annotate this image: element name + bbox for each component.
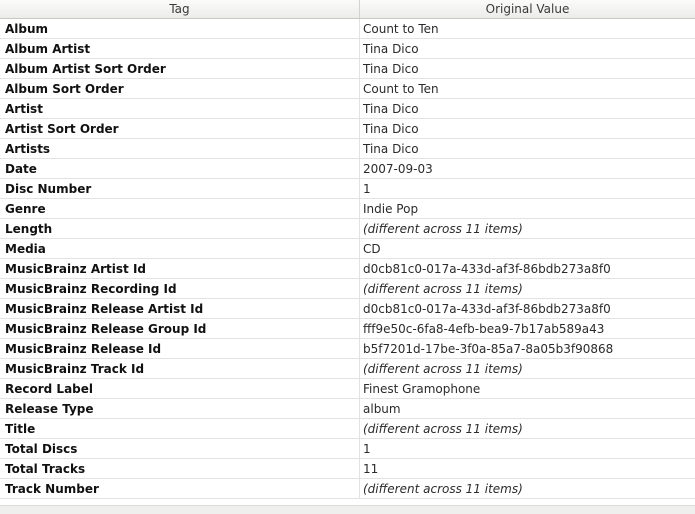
tag-name-cell: Length [0, 219, 360, 238]
tag-name-cell: MusicBrainz Artist Id [0, 259, 360, 278]
table-row[interactable]: MusicBrainz Release Id b5f7201d-17be-3f0a… [0, 339, 695, 359]
tag-name-cell: MusicBrainz Release Id [0, 339, 360, 358]
table-header: Tag Original Value [0, 0, 695, 19]
tag-name-cell: Disc Number [0, 179, 360, 198]
table-row[interactable]: MusicBrainz Artist Id d0cb81c0-017a-433d-… [0, 259, 695, 279]
table-row[interactable]: Record Label Finest Gramophone [0, 379, 695, 399]
original-value-cell: b5f7201d-17be-3f0a-85a7-8a05b3f90868 [363, 342, 614, 356]
original-value-cell: album [363, 402, 401, 416]
table-row[interactable]: Release Type album [0, 399, 695, 419]
column-header-tag[interactable]: Tag [0, 0, 360, 18]
tag-name-cell: MusicBrainz Release Group Id [0, 319, 360, 338]
table-row[interactable]: Track Number (different across 11 items) [0, 479, 695, 499]
table-row[interactable]: Disc Number 1 [0, 179, 695, 199]
original-value-cell: d0cb81c0-017a-433d-af3f-86bdb273a8f0 [363, 262, 611, 276]
tag-name-cell: Album Sort Order [0, 79, 360, 98]
original-value-cell: fff9e50c-6fa8-4efb-bea9-7b17ab589a43 [363, 322, 605, 336]
tag-name-cell: MusicBrainz Release Artist Id [0, 299, 360, 318]
tag-table: Tag Original Value Album Count to Ten Albu… [0, 0, 695, 514]
table-row[interactable]: MusicBrainz Release Artist Id d0cb81c0-01… [0, 299, 695, 319]
table-row[interactable]: MusicBrainz Recording Id (different acros… [0, 279, 695, 299]
tag-name-cell: Track Number [0, 479, 360, 498]
tag-name-cell: Release Type [0, 399, 360, 418]
tag-name-cell: Media [0, 239, 360, 258]
original-value-cell: (different across 11 items) [363, 362, 523, 376]
original-value-cell: 2007-09-03 [363, 162, 433, 176]
original-value-cell: (different across 11 items) [363, 482, 523, 496]
tag-name-cell: Total Tracks [0, 459, 360, 478]
tag-name-cell: Record Label [0, 379, 360, 398]
original-value-cell: (different across 11 items) [363, 422, 523, 436]
tag-name-cell: MusicBrainz Recording Id [0, 279, 360, 298]
original-value-cell: Tina Dico [363, 142, 419, 156]
table-row[interactable]: Album Count to Ten [0, 19, 695, 39]
tag-name-cell: Album Artist [0, 39, 360, 58]
tag-name-cell: Artist [0, 99, 360, 118]
original-value-cell: 1 [363, 442, 371, 456]
tag-name-cell: Album [0, 19, 360, 38]
original-value-cell: Count to Ten [363, 22, 439, 36]
original-value-cell: Count to Ten [363, 82, 439, 96]
table-row[interactable]: Artist Tina Dico [0, 99, 695, 119]
original-value-cell: (different across 11 items) [363, 282, 523, 296]
tag-name-cell: Title [0, 419, 360, 438]
original-value-cell: 1 [363, 182, 371, 196]
table-row[interactable]: Total Tracks 11 [0, 459, 695, 479]
table-body: Album Count to Ten Album Artist Tina Dico Al… [0, 19, 695, 499]
table-row[interactable]: Genre Indie Pop [0, 199, 695, 219]
table-row[interactable]: MusicBrainz Release Group Id fff9e50c-6fa… [0, 319, 695, 339]
table-row[interactable]: MusicBrainz Track Id (different across 11… [0, 359, 695, 379]
tag-name-cell: Artists [0, 139, 360, 158]
original-value-cell: Indie Pop [363, 202, 419, 216]
table-row[interactable]: Date 2007-09-03 [0, 159, 695, 179]
original-value-cell: Tina Dico [363, 42, 419, 56]
original-value-cell: Tina Dico [363, 62, 419, 76]
table-row[interactable]: Album Sort Order Count to Ten [0, 79, 695, 99]
tag-name-cell: Album Artist Sort Order [0, 59, 360, 78]
tag-name-cell: Total Discs [0, 439, 360, 458]
table-row[interactable]: Media CD [0, 239, 695, 259]
table-row[interactable]: Album Artist Tina Dico [0, 39, 695, 59]
original-value-cell: CD [363, 242, 381, 256]
original-value-cell: Finest Gramophone [363, 382, 481, 396]
table-row[interactable]: Artist Sort Order Tina Dico [0, 119, 695, 139]
tag-name-cell: Date [0, 159, 360, 178]
table-row[interactable]: Total Discs 1 [0, 439, 695, 459]
table-row[interactable]: Length (different across 11 items) [0, 219, 695, 239]
column-header-original-value[interactable]: Original Value [360, 0, 695, 18]
tag-name-cell: Artist Sort Order [0, 119, 360, 138]
original-value-cell: Tina Dico [363, 102, 419, 116]
tag-name-cell: Genre [0, 199, 360, 218]
tag-name-cell: MusicBrainz Track Id [0, 359, 360, 378]
original-value-cell: Tina Dico [363, 122, 419, 136]
table-row[interactable]: Album Artist Sort Order Tina Dico [0, 59, 695, 79]
table-row[interactable]: Title (different across 11 items) [0, 419, 695, 439]
original-value-cell: d0cb81c0-017a-433d-af3f-86bdb273a8f0 [363, 302, 611, 316]
original-value-cell: (different across 11 items) [363, 222, 523, 236]
table-row[interactable]: Artists Tina Dico [0, 139, 695, 159]
original-value-cell: 11 [363, 462, 379, 476]
